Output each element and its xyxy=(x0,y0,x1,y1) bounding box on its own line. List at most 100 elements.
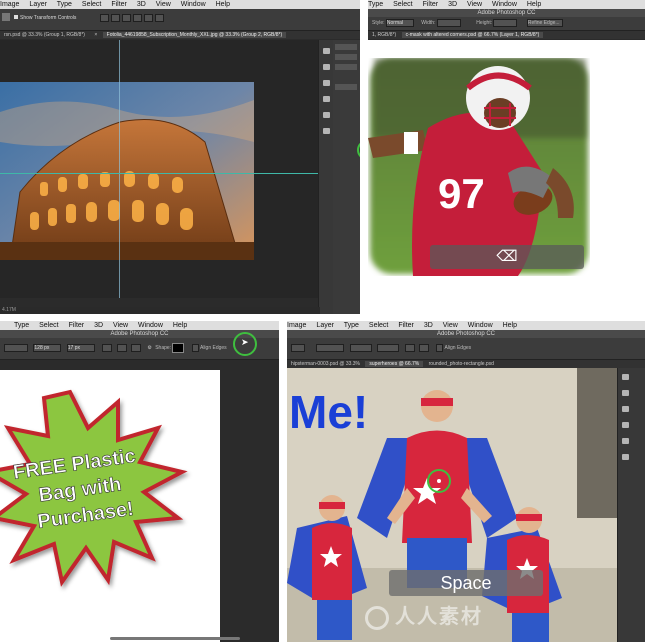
shape-picker[interactable] xyxy=(172,342,185,353)
panel-tab[interactable] xyxy=(335,84,357,90)
menu-view[interactable]: View xyxy=(443,322,458,329)
stroke-preview[interactable] xyxy=(4,343,28,352)
layers-icon[interactable] xyxy=(622,454,629,460)
canvas-area[interactable]: 97 ⌫ xyxy=(368,40,645,314)
menu-help[interactable]: Help xyxy=(527,1,541,8)
move-tool-icon[interactable] xyxy=(2,13,10,21)
menu-filter[interactable]: Filter xyxy=(423,1,439,8)
menu-3d[interactable]: 3D xyxy=(448,1,457,8)
style-select[interactable]: Normal xyxy=(385,18,414,27)
doc-tab-1[interactable]: rsn.psd @ 33.3% (Group 1, RGB/8*) xyxy=(0,32,89,38)
menu-select[interactable]: Select xyxy=(393,1,412,8)
path-align-icon[interactable] xyxy=(116,343,127,352)
menu-window[interactable]: Window xyxy=(181,1,206,8)
tab-close-icon[interactable]: × xyxy=(90,32,101,38)
menu-type[interactable]: Type xyxy=(368,1,383,8)
width-field[interactable]: 128 px xyxy=(33,343,62,352)
stroke-preview[interactable] xyxy=(316,343,345,352)
height-field[interactable]: 17 px xyxy=(66,343,95,352)
doc-tab-2[interactable]: superheroes @ 66.7% xyxy=(365,361,424,367)
menu-type[interactable]: Type xyxy=(14,322,29,329)
panel-superheroes-screenshot: Image Layer Type Select Filter 3D View W… xyxy=(287,321,645,642)
info-icon[interactable] xyxy=(622,406,629,412)
menu-view[interactable]: View xyxy=(467,1,482,8)
doc-tab-3[interactable]: rounded_photo-rectangle.psd xyxy=(425,361,498,367)
width-field[interactable] xyxy=(349,343,372,352)
menu-layer[interactable]: Layer xyxy=(29,1,47,8)
document-tabs: rsn.psd @ 33.3% (Group 1, RGB/8*) × Foto… xyxy=(0,31,360,39)
watermark-text: 人人素材 xyxy=(395,606,483,628)
menu-bar: Image Layer Type Select Filter 3D View W… xyxy=(287,321,645,330)
menu-select[interactable]: Select xyxy=(369,322,388,329)
align-edges-label: Align Edges xyxy=(199,345,227,351)
menu-3d[interactable]: 3D xyxy=(424,322,433,329)
key-overlay: Space xyxy=(389,570,543,596)
fill-field[interactable] xyxy=(291,343,305,352)
checkbox[interactable] xyxy=(14,15,18,19)
brush-icon[interactable] xyxy=(323,112,330,118)
menu-3d[interactable]: 3D xyxy=(94,322,103,329)
width-field[interactable] xyxy=(436,18,461,27)
path-ops-icon[interactable] xyxy=(404,343,415,352)
panel-tab[interactable] xyxy=(335,44,357,50)
guide-horizontal[interactable] xyxy=(0,173,318,174)
properties-icon[interactable] xyxy=(323,64,330,70)
style-value: Normal xyxy=(386,19,404,26)
menu-window[interactable]: Window xyxy=(138,322,163,329)
menu-image[interactable]: Image xyxy=(287,322,306,329)
horizontal-scrollbar[interactable] xyxy=(110,637,240,640)
options-bar: Align Edges xyxy=(287,338,645,360)
panel-dock xyxy=(333,40,360,314)
height-field[interactable] xyxy=(377,343,400,352)
refine-edge-button[interactable]: Refine Edge... xyxy=(526,18,563,27)
menu-view[interactable]: View xyxy=(156,1,171,8)
adjust-icon[interactable] xyxy=(323,96,330,102)
canvas-area[interactable]: Me! Space 人人素材 xyxy=(287,368,617,642)
menu-view[interactable]: View xyxy=(113,322,128,329)
menu-help[interactable]: Help xyxy=(503,322,517,329)
doc-tab-1[interactable]: hipsterman-0003.psd @ 33.3% xyxy=(287,361,364,367)
canvas-area[interactable] xyxy=(0,40,318,298)
panel-tab[interactable] xyxy=(335,54,357,60)
align-edges-checkbox[interactable] xyxy=(436,343,444,352)
menu-image[interactable]: Image xyxy=(0,1,19,8)
menu-filter[interactable]: Filter xyxy=(398,322,414,329)
brush-icon[interactable] xyxy=(622,438,629,444)
menu-select[interactable]: Select xyxy=(82,1,101,8)
menu-filter[interactable]: Filter xyxy=(69,322,85,329)
align-edges-checkbox[interactable] xyxy=(191,343,199,352)
properties-icon[interactable] xyxy=(622,390,629,396)
menu-type[interactable]: Type xyxy=(57,1,72,8)
history-icon[interactable] xyxy=(622,374,629,380)
guide-vertical[interactable] xyxy=(119,40,120,298)
doc-tab-1[interactable]: 1, RGB/8*) xyxy=(368,32,400,38)
history-icon[interactable] xyxy=(323,48,330,54)
right-panel-strip xyxy=(318,40,333,314)
menu-filter[interactable]: Filter xyxy=(111,1,127,8)
menu-window[interactable]: Window xyxy=(492,1,517,8)
gear-icon[interactable]: ⚙ xyxy=(147,345,151,351)
menu-3d[interactable]: 3D xyxy=(137,1,146,8)
canvas-area[interactable]: FREE Plastic Bag with Purchase! xyxy=(0,360,279,642)
menu-help[interactable]: Help xyxy=(173,322,187,329)
adjust-icon[interactable] xyxy=(622,422,629,428)
menu-layer[interactable]: Layer xyxy=(316,322,334,329)
info-icon[interactable] xyxy=(323,80,330,86)
path-align-icon[interactable] xyxy=(418,343,429,352)
layers-icon[interactable] xyxy=(323,128,330,134)
menu-window[interactable]: Window xyxy=(468,322,493,329)
path-ops-icon[interactable] xyxy=(102,343,113,352)
document-tabs: hipsterman-0003.psd @ 33.3% superheroes … xyxy=(287,360,645,368)
height-field[interactable] xyxy=(493,18,518,27)
doc-tab-2[interactable]: c-mask with altered corners.psd @ 66.7% … xyxy=(401,32,544,38)
height-value: 17 px xyxy=(67,344,81,351)
document-canvas: FREE Plastic Bag with Purchase! xyxy=(0,370,220,642)
menu-type[interactable]: Type xyxy=(344,322,359,329)
panel-tab[interactable] xyxy=(335,64,357,70)
menu-select[interactable]: Select xyxy=(39,322,58,329)
align-icons[interactable] xyxy=(100,14,164,22)
arrange-icon[interactable] xyxy=(130,343,141,352)
menu-help[interactable]: Help xyxy=(216,1,230,8)
doc-tab-2[interactable]: Fotolia_44619858_Subscription_Monthly_XX… xyxy=(102,32,287,38)
right-panel-strip xyxy=(617,368,645,642)
